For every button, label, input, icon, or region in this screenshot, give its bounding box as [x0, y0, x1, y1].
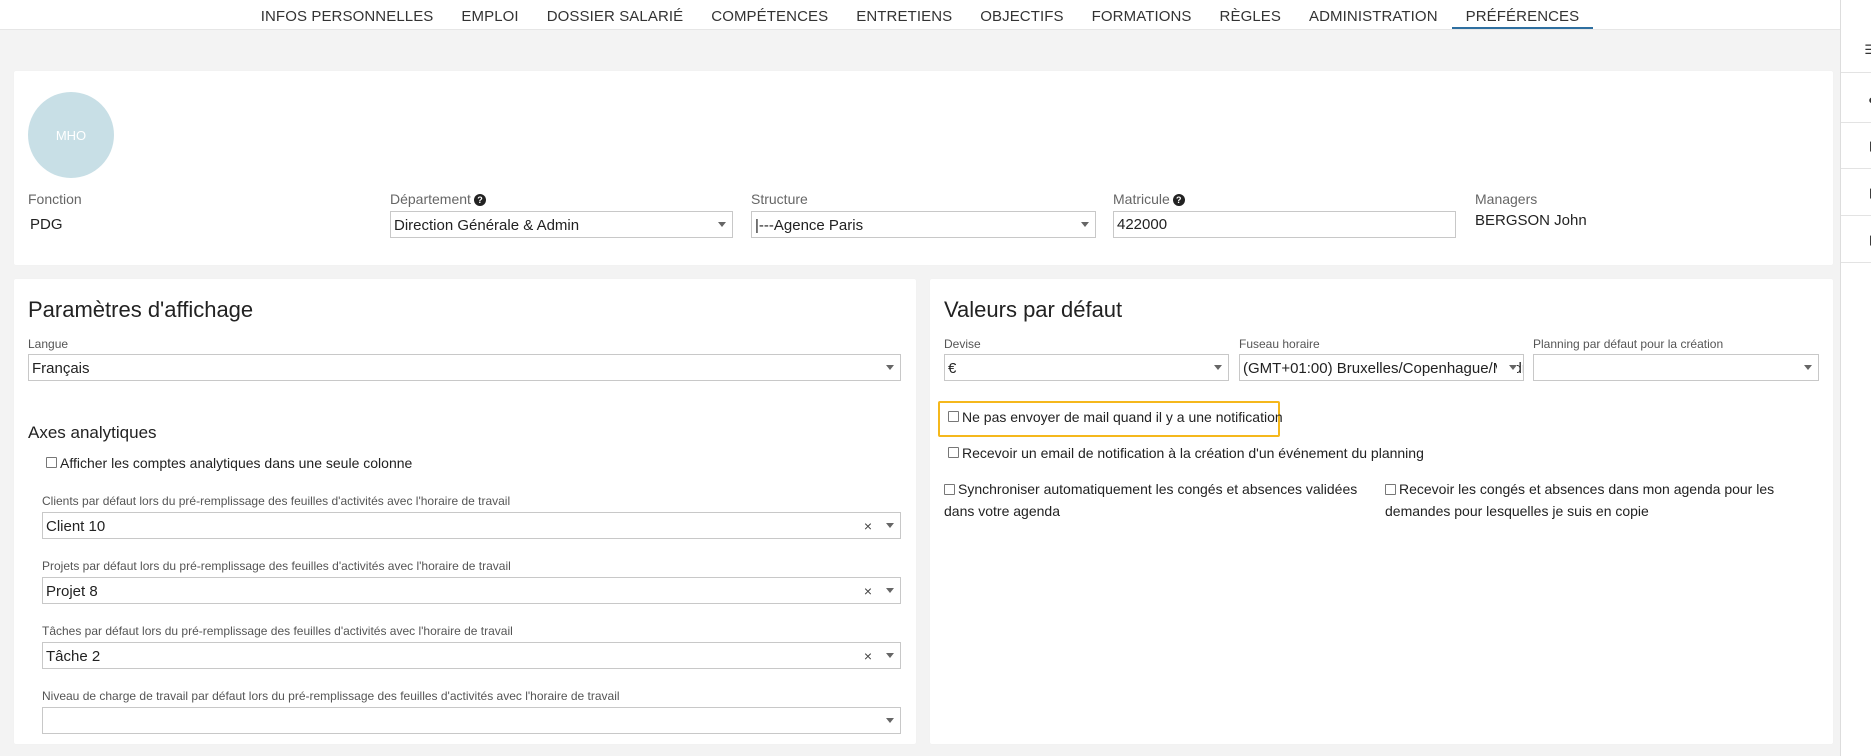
sync-checkbox[interactable]: Synchroniser automatiquement les congés … [944, 478, 1374, 522]
devise-select[interactable]: € [944, 354, 1229, 381]
profile-card: MHO Fonction PDG Département? Direction … [14, 71, 1833, 265]
no-mail-checkbox[interactable]: Ne pas envoyer de mail quand il y a une … [948, 406, 1283, 428]
tab-administration[interactable]: ADMINISTRATION [1295, 0, 1452, 29]
devise-label: Devise [944, 337, 981, 351]
axes-title: Axes analytiques [28, 423, 157, 442]
list-icon: ☰ [1864, 42, 1871, 58]
charge-label: Niveau de charge de travail par défaut l… [42, 689, 620, 703]
checkbox-icon[interactable] [944, 484, 955, 495]
chevron-down-icon [718, 222, 726, 227]
projets-label: Projets par défaut lors du pré-remplissa… [42, 559, 511, 573]
taches-value: Tâche 2 [46, 648, 101, 665]
departement-select[interactable]: Direction Générale & Admin [390, 211, 733, 238]
default-values-title: Valeurs par défaut [944, 297, 1123, 322]
chevron-down-icon [886, 653, 894, 658]
departement-value: Direction Générale & Admin [394, 217, 580, 234]
rail-item-file[interactable]: ▮ [1841, 170, 1871, 216]
rail-item-doc[interactable]: ▮ [1841, 123, 1871, 169]
tab-emploi[interactable]: EMPLOI [447, 0, 532, 29]
notif-planning-label: Recevoir un email de notification à la c… [962, 445, 1424, 461]
langue-select[interactable]: Français [28, 354, 901, 381]
chevron-down-icon [1509, 365, 1517, 370]
no-mail-label: Ne pas envoyer de mail quand il y a une … [962, 409, 1283, 425]
tab-preferences[interactable]: PRÉFÉRENCES [1451, 0, 1594, 29]
langue-value: Français [32, 360, 90, 377]
matricule-input[interactable]: 422000 [1113, 211, 1456, 238]
fonction-value: PDG [30, 216, 63, 233]
langue-label: Langue [28, 337, 69, 351]
help-icon[interactable]: ? [1172, 194, 1185, 206]
chevron-down-icon [886, 718, 894, 723]
chevron-down-icon [886, 365, 894, 370]
rail-item-list[interactable]: ☰ [1841, 27, 1871, 73]
avatar: MHO [28, 92, 114, 178]
checkbox-icon[interactable] [1385, 484, 1396, 495]
notif-planning-checkbox[interactable]: Recevoir un email de notification à la c… [948, 442, 1424, 464]
tab-entretiens[interactable]: ENTRETIENS [842, 0, 966, 29]
display-settings-title: Paramètres d'affichage [28, 297, 254, 322]
tab-objectifs[interactable]: OBJECTIFS [966, 0, 1077, 29]
tab-competences[interactable]: COMPÉTENCES [697, 0, 842, 29]
taches-select[interactable]: Tâche 2 × [42, 642, 901, 669]
clear-icon[interactable]: × [864, 518, 872, 534]
managers-value: BERGSON John [1475, 212, 1587, 229]
projets-value: Projet 8 [46, 583, 98, 600]
chevron-down-icon [1214, 365, 1222, 370]
tab-dossier-salarie[interactable]: DOSSIER SALARIÉ [533, 0, 698, 29]
fuseau-value: (GMT+01:00) Bruxelles/Copenhague/Madrid/… [1243, 360, 1523, 377]
structure-select[interactable]: |---Agence Paris [751, 211, 1096, 238]
clients-label: Clients par défaut lors du pré-remplissa… [42, 494, 511, 508]
sync-label: Synchroniser automatiquement les congés … [944, 481, 1358, 519]
departement-label: Département? [390, 191, 486, 207]
matricule-label: Matricule? [1113, 191, 1185, 207]
single-column-label: Afficher les comptes analytiques dans un… [60, 455, 413, 471]
clear-icon[interactable]: × [864, 648, 872, 664]
tab-infos-personnelles[interactable]: INFOS PERSONNELLES [247, 0, 448, 29]
taches-label: Tâches par défaut lors du pré-remplissag… [42, 624, 513, 638]
tab-formations[interactable]: FORMATIONS [1078, 0, 1206, 29]
chevron-down-icon [1804, 365, 1812, 370]
fonction-label: Fonction [28, 191, 82, 207]
right-rail: ☰ ● ▮ ▮ ▮ [1840, 0, 1871, 756]
copie-label: Recevoir les congés et absences dans mon… [1385, 481, 1775, 519]
chevron-down-icon [886, 523, 894, 528]
structure-value: |---Agence Paris [755, 217, 864, 234]
rail-item-user[interactable]: ● [1841, 77, 1871, 123]
planning-label: Planning par défaut pour la création [1533, 337, 1724, 351]
checkbox-icon[interactable] [46, 457, 57, 468]
structure-label: Structure [751, 191, 808, 207]
copie-checkbox[interactable]: Recevoir les congés et absences dans mon… [1385, 478, 1805, 522]
clients-value: Client 10 [46, 518, 106, 535]
clear-icon[interactable]: × [864, 583, 872, 599]
planning-select[interactable] [1533, 354, 1819, 381]
help-icon[interactable]: ? [473, 194, 486, 206]
clients-select[interactable]: Client 10 × [42, 512, 901, 539]
fuseau-label: Fuseau horaire [1239, 337, 1320, 351]
matricule-label-text: Matricule [1113, 191, 1170, 207]
chevron-down-icon [886, 588, 894, 593]
default-values-card: Valeurs par défaut Devise € Fuseau horai… [930, 279, 1833, 744]
chevron-down-icon [1081, 222, 1089, 227]
fuseau-select[interactable]: (GMT+01:00) Bruxelles/Copenhague/Madrid/… [1239, 354, 1524, 381]
checkbox-icon[interactable] [948, 411, 959, 422]
top-nav: INFOS PERSONNELLES EMPLOI DOSSIER SALARI… [0, 0, 1840, 30]
projets-select[interactable]: Projet 8 × [42, 577, 901, 604]
rail-item-save[interactable]: ▮ [1841, 217, 1871, 263]
devise-value: € [948, 360, 957, 377]
checkbox-icon[interactable] [948, 447, 959, 458]
single-column-checkbox[interactable]: Afficher les comptes analytiques dans un… [46, 452, 412, 474]
departement-label-text: Département [390, 191, 471, 207]
display-settings-card: Paramètres d'affichage Langue Français A… [14, 279, 916, 744]
charge-select[interactable] [42, 707, 901, 734]
managers-label: Managers [1475, 191, 1538, 207]
tab-regles[interactable]: RÈGLES [1206, 0, 1295, 29]
